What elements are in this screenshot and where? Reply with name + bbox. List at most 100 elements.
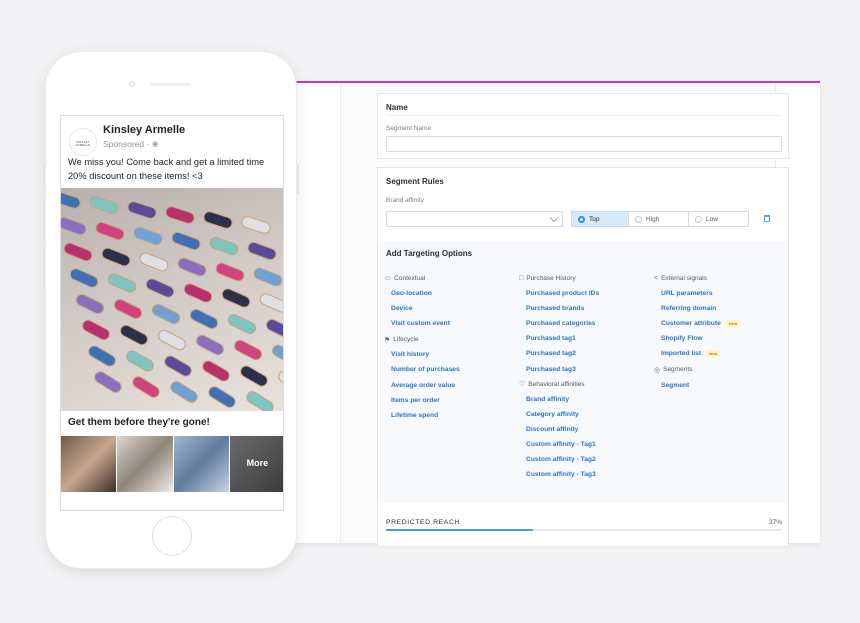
ring-gem <box>213 260 247 284</box>
name-card: Name Segment Name <box>377 93 789 159</box>
ring-gem <box>181 281 215 305</box>
phone-power-button <box>297 164 299 194</box>
link-device[interactable]: Device <box>384 301 460 316</box>
link-number-of-purchases[interactable]: Number of purchases <box>384 362 460 377</box>
ring-gem <box>231 337 265 363</box>
targeting-title: Add Targeting Options <box>386 249 473 258</box>
ring-gem <box>149 302 183 326</box>
new-badge: New <box>725 320 741 328</box>
ring-gem <box>130 373 162 401</box>
behavioral-affinities-heading: ♡ Behavioral affinities <box>519 380 585 389</box>
divider <box>386 115 780 116</box>
carousel-thumb-watch[interactable] <box>117 436 173 492</box>
segment-name-input[interactable] <box>386 136 782 152</box>
ring-gem <box>124 348 156 374</box>
segment-rules-card: Segment Rules Brand affinity Top High Lo… <box>377 167 789 547</box>
ring-gem <box>67 266 101 290</box>
link-lifetime-spend[interactable]: Lifetime spend <box>384 408 460 423</box>
ad-cta-headline: Get them before they're gone! <box>68 417 210 428</box>
option-low[interactable]: Low <box>688 211 749 227</box>
link-purchased-categories[interactable]: Purchased categories <box>519 316 599 331</box>
link-custom-affinity-tag2[interactable]: Custom affinity - Tag2 <box>519 452 599 467</box>
link-custom-affinity-tag3[interactable]: Custom affinity - Tag3 <box>519 467 599 482</box>
link-discount-affinity[interactable]: Discount affinity <box>519 422 599 437</box>
ring-gem <box>219 286 253 310</box>
brand-avatar: KINSLEY ARMELLE <box>69 128 97 156</box>
option-high[interactable]: High <box>628 211 689 227</box>
link-geo-location[interactable]: Geo-location <box>384 286 460 301</box>
link-customer-attribute[interactable]: Customer attribute New <box>654 316 741 331</box>
ad-brand-name[interactable]: Kinsley Armelle <box>103 124 185 136</box>
ad-carousel-thumbnails: More <box>61 436 283 492</box>
lifecycle-heading: ⚑ Lifecycle <box>384 336 419 344</box>
column-purchase-behavioral: □ Purchase History Purchased product IDs … <box>519 271 599 482</box>
predicted-reach-label: PREDICTED REACH <box>386 519 460 526</box>
flag-icon: ⚑ <box>384 336 391 344</box>
column-contextual-lifecycle: ☺ Contextual Geo-location Device Visit cu… <box>384 271 460 423</box>
ring-gem <box>239 214 273 236</box>
ring-gem <box>193 332 227 358</box>
ring-gem <box>245 240 279 262</box>
targeting-options: Add Targeting Options ☺ Contextual Geo-lo… <box>378 241 788 503</box>
ring-gem <box>269 342 283 368</box>
ring-gem <box>276 368 283 394</box>
heart-icon: ♡ <box>519 381 526 389</box>
link-brand-affinity[interactable]: Brand affinity <box>519 392 599 407</box>
ring-gem <box>155 327 189 353</box>
radio-icon <box>635 216 642 223</box>
ring-gem <box>61 240 95 264</box>
link-referring-domain[interactable]: Referring domain <box>654 301 740 316</box>
link-segment[interactable]: Segment <box>654 377 740 392</box>
segment-name-label: Segment Name <box>386 125 432 132</box>
segment-editor-content: Name Segment Name Segment Rules Brand af… <box>340 83 789 547</box>
predicted-reach-bar <box>386 529 782 531</box>
carousel-thumb-wrist[interactable] <box>173 436 229 492</box>
share-icon: < <box>654 275 659 282</box>
carousel-thumb-bracelets[interactable] <box>61 436 117 492</box>
avatar-logo-text: KINSLEY ARMELLE <box>75 141 91 147</box>
purchase-history-heading: □ Purchase History <box>519 275 576 282</box>
link-custom-affinity-tag1[interactable]: Custom affinity - Tag1 <box>519 437 599 452</box>
brand-affinity-select[interactable] <box>386 211 563 227</box>
ring-gem <box>117 322 151 348</box>
ring-gem <box>137 250 171 274</box>
ring-gem <box>99 245 133 269</box>
link-purchased-tag1[interactable]: Purchased tag1 <box>519 331 599 346</box>
link-average-order-value[interactable]: Average order value <box>384 377 460 392</box>
ring-gem <box>105 271 139 295</box>
more-label: More <box>246 458 269 468</box>
ring-gem <box>163 204 197 226</box>
ring-gem <box>200 358 232 384</box>
link-imported-list[interactable]: Imported list New <box>654 346 740 361</box>
ring-gem <box>169 230 203 252</box>
link-visit-history[interactable]: Visit history <box>384 347 460 362</box>
link-category-affinity[interactable]: Category affinity <box>519 407 599 422</box>
ad-hero-image[interactable] <box>61 188 283 411</box>
ring-gem <box>93 220 127 242</box>
option-top[interactable]: Top <box>571 211 629 227</box>
ring-gem <box>187 307 221 331</box>
link-purchased-tag2[interactable]: Purchased tag2 <box>519 346 599 361</box>
ring-gem <box>162 353 194 379</box>
column-external-segments: < External signals URL parameters Referri… <box>654 271 741 393</box>
link-url-parameters[interactable]: URL parameters <box>654 286 740 301</box>
ring-gem <box>168 378 200 406</box>
link-items-per-order[interactable]: Items per order <box>384 393 460 408</box>
link-shopify-flow[interactable]: Shopify Flow <box>654 331 740 346</box>
predicted-reach-percent: 37% <box>768 519 782 526</box>
link-purchased-tag3[interactable]: Purchased tag3 <box>519 361 599 376</box>
ring-gem <box>125 199 159 221</box>
ring-gem <box>225 312 259 336</box>
ring-gem <box>92 368 124 396</box>
phone-volume-button <box>43 248 45 288</box>
carousel-more-button[interactable]: More <box>229 436 283 492</box>
phone-camera <box>129 81 135 87</box>
trash-icon[interactable] <box>764 215 770 222</box>
link-purchased-product-ids[interactable]: Purchased product IDs <box>519 286 599 301</box>
ring-gem <box>263 317 283 341</box>
link-purchased-brands[interactable]: Purchased brands <box>519 301 599 316</box>
ad-sponsored-label: Sponsored · ❀ <box>103 139 159 149</box>
ring-gem <box>61 189 83 211</box>
link-visit-custom-event[interactable]: Visit custom event <box>384 316 460 331</box>
ring-gem <box>86 343 118 369</box>
